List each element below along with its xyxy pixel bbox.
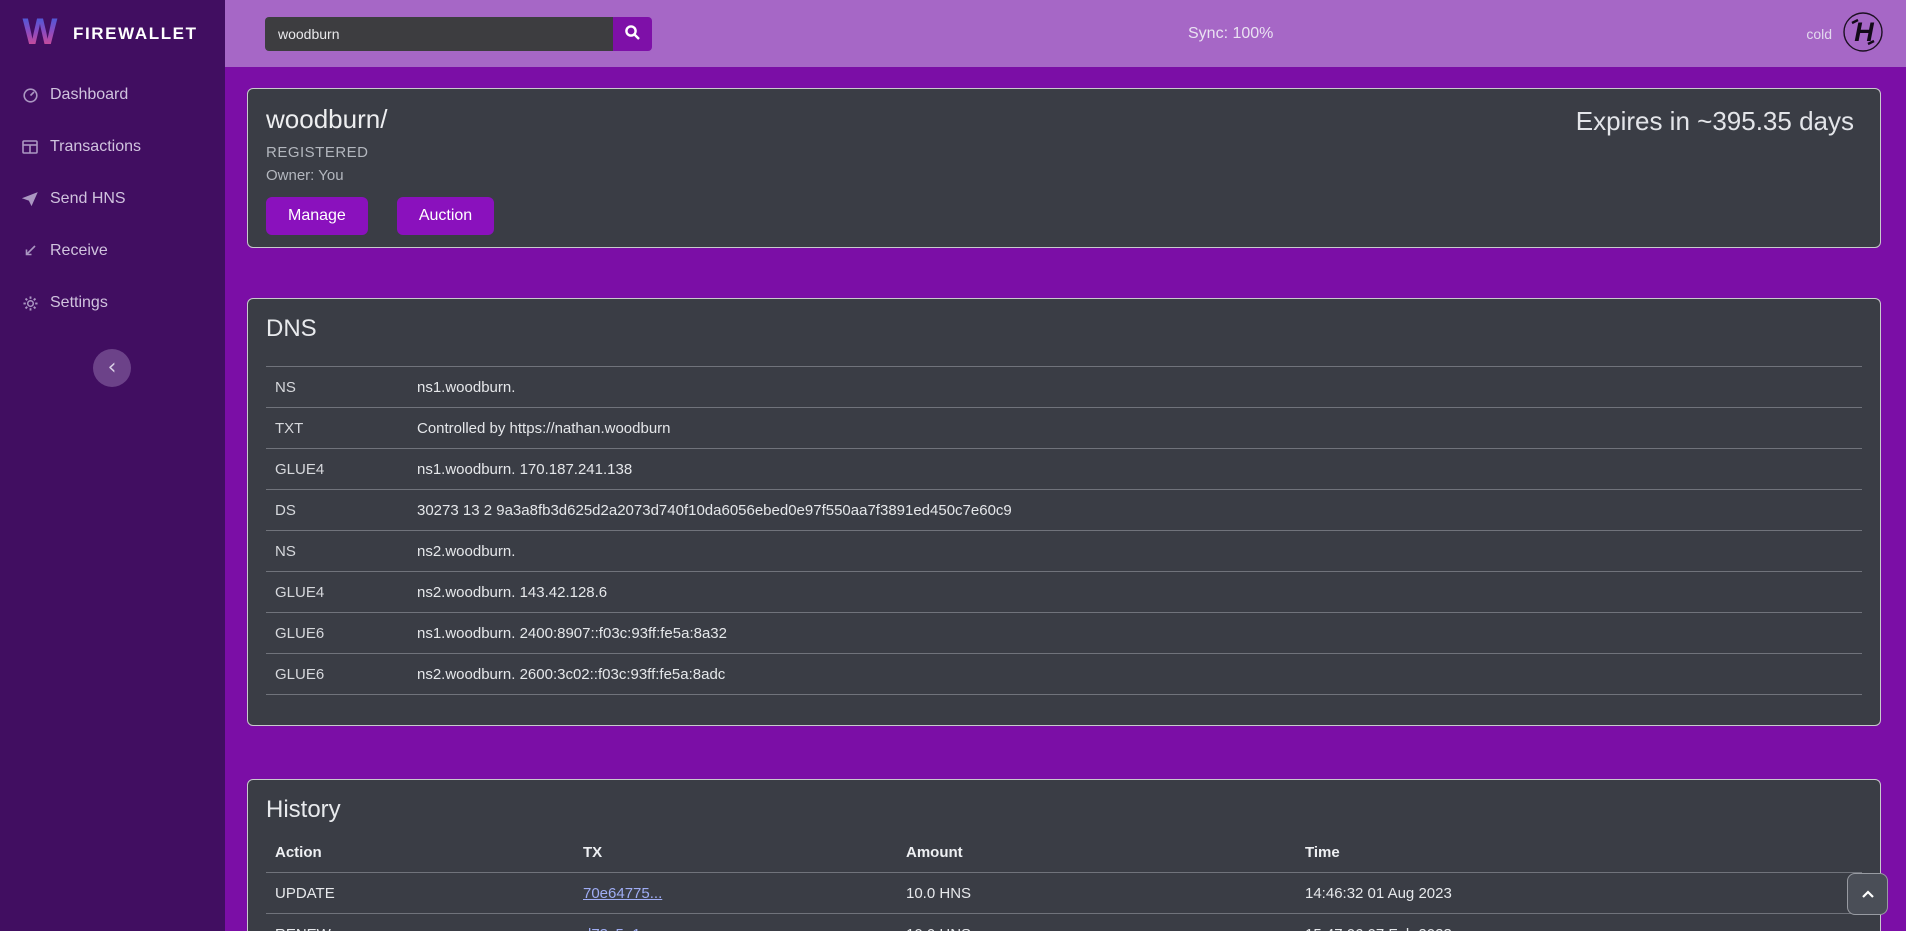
sidebar-item-settings[interactable]: Settings	[0, 277, 225, 329]
gear-icon	[21, 295, 39, 311]
app-window: W FIREWALLET Dashboard	[0, 0, 1906, 931]
history-card: History Action TX Amount Time UPDATE 70e…	[247, 779, 1881, 931]
dns-record-value: ns2.woodburn. 2600:3c02::f03c:93ff:fe5a:…	[417, 666, 725, 683]
firewallet-logo-icon: W	[20, 11, 60, 56]
history-table: Action TX Amount Time UPDATE 70e64775...…	[266, 832, 1862, 931]
history-col-amount: Amount	[906, 844, 1305, 861]
dns-record-value: ns1.woodburn.	[417, 379, 515, 396]
arrow-down-left-icon	[21, 243, 39, 259]
svg-text:W: W	[23, 11, 58, 51]
dns-record-value: ns2.woodburn.	[417, 543, 515, 560]
main-content: woodburn/ REGISTERED Owner: You Manage A…	[225, 67, 1906, 931]
dns-record-value: ns2.woodburn. 143.42.128.6	[417, 584, 607, 601]
dns-card: DNS NS ns1.woodburn. TXT Controlled by h…	[247, 298, 1881, 726]
sidebar-nav: Dashboard Transactions S	[0, 67, 225, 329]
dns-record-row: TXT Controlled by https://nathan.woodbur…	[266, 407, 1862, 448]
paper-plane-icon	[21, 191, 39, 207]
dns-record-row: NS ns1.woodburn.	[266, 366, 1862, 407]
auction-button[interactable]: Auction	[397, 197, 494, 235]
content-area: Sync: 100% cold H woodburn/ REGISTERED	[225, 0, 1906, 931]
sidebar-item-receive[interactable]: Receive	[0, 225, 225, 277]
history-time: 15:47:06 07 Feb 2023	[1305, 926, 1862, 931]
dns-record-type: GLUE6	[266, 666, 417, 683]
history-col-tx: TX	[583, 844, 906, 861]
tx-link[interactable]: d73c5e1...	[583, 926, 653, 931]
speedometer-icon	[21, 87, 39, 103]
sidebar-item-label: Transactions	[50, 138, 141, 156]
handshake-logo-icon: H	[1842, 11, 1884, 56]
chevron-up-icon	[1861, 887, 1875, 902]
history-row: RENEW d73c5e1... 10.0 HNS 15:47:06 07 Fe…	[266, 913, 1862, 931]
brand[interactable]: W FIREWALLET	[0, 0, 225, 67]
dns-record-row: GLUE4 ns2.woodburn. 143.42.128.6	[266, 571, 1862, 612]
sidebar-item-send-hns[interactable]: Send HNS	[0, 173, 225, 225]
dns-record-row: GLUE6 ns1.woodburn. 2400:8907::f03c:93ff…	[266, 612, 1862, 653]
domain-status: REGISTERED	[266, 144, 1862, 161]
history-header-row: Action TX Amount Time	[266, 832, 1862, 872]
manage-button[interactable]: Manage	[266, 197, 368, 235]
domain-actions: Manage Auction	[266, 197, 1862, 235]
sidebar-item-label: Settings	[50, 294, 108, 312]
history-amount: 10.0 HNS	[906, 926, 1305, 931]
search-button[interactable]	[613, 17, 652, 51]
topbar: Sync: 100% cold H	[225, 0, 1906, 67]
dns-record-row: GLUE6 ns2.woodburn. 2600:3c02::f03c:93ff…	[266, 653, 1862, 694]
search-bar	[265, 17, 652, 51]
wallet-name: cold	[1806, 26, 1832, 42]
history-time: 14:46:32 01 Aug 2023	[1305, 885, 1862, 902]
domain-owner: Owner: You	[266, 167, 1862, 184]
dns-record-row: GLUE4 ns1.woodburn. 170.187.241.138	[266, 448, 1862, 489]
sidebar-item-label: Send HNS	[50, 190, 126, 208]
dns-title: DNS	[266, 315, 1862, 343]
dns-table: NS ns1.woodburn. TXT Controlled by https…	[266, 366, 1862, 695]
dns-record-type: NS	[266, 379, 417, 396]
history-title: History	[266, 796, 1862, 824]
search-input[interactable]	[265, 17, 613, 51]
sidebar-item-transactions[interactable]: Transactions	[0, 121, 225, 173]
dns-record-value: 30273 13 2 9a3a8fb3d625d2a2073d740f10da6…	[417, 502, 1012, 519]
history-action: UPDATE	[266, 885, 583, 902]
sidebar-item-label: Receive	[50, 242, 108, 260]
dns-record-row: NS ns2.woodburn.	[266, 530, 1862, 571]
dns-record-type: DS	[266, 502, 417, 519]
sidebar: W FIREWALLET Dashboard	[0, 0, 225, 931]
scroll-to-top-button[interactable]	[1847, 873, 1888, 915]
tx-link[interactable]: 70e64775...	[583, 885, 662, 902]
dns-record-type: GLUE4	[266, 461, 417, 478]
sidebar-collapse-button[interactable]: ‹	[93, 349, 131, 387]
dns-record-value: Controlled by https://nathan.woodburn	[417, 420, 671, 437]
domain-expiry: Expires in ~395.35 days	[1576, 106, 1854, 137]
dns-record-type: TXT	[266, 420, 417, 437]
history-action: RENEW	[266, 926, 583, 931]
dns-record-value: ns1.woodburn. 170.187.241.138	[417, 461, 632, 478]
brand-name: FIREWALLET	[73, 24, 198, 44]
magnifier-icon	[624, 24, 641, 44]
history-col-action: Action	[266, 844, 583, 861]
domain-card: woodburn/ REGISTERED Owner: You Manage A…	[247, 88, 1881, 248]
history-row: UPDATE 70e64775... 10.0 HNS 14:46:32 01 …	[266, 872, 1862, 913]
history-col-time: Time	[1305, 844, 1862, 861]
wallet-indicator[interactable]: cold H	[1806, 11, 1884, 56]
table-icon	[21, 139, 39, 155]
dns-record-type: GLUE4	[266, 584, 417, 601]
sidebar-item-dashboard[interactable]: Dashboard	[0, 69, 225, 121]
dns-record-type: GLUE6	[266, 625, 417, 642]
dns-record-value: ns1.woodburn. 2400:8907::f03c:93ff:fe5a:…	[417, 625, 727, 642]
dns-record-row: DS 30273 13 2 9a3a8fb3d625d2a2073d740f10…	[266, 489, 1862, 530]
chevron-left-icon: ‹	[108, 355, 117, 380]
sync-status: Sync: 100%	[1188, 25, 1273, 43]
sidebar-item-label: Dashboard	[50, 86, 128, 104]
history-amount: 10.0 HNS	[906, 885, 1305, 902]
dns-record-type: NS	[266, 543, 417, 560]
